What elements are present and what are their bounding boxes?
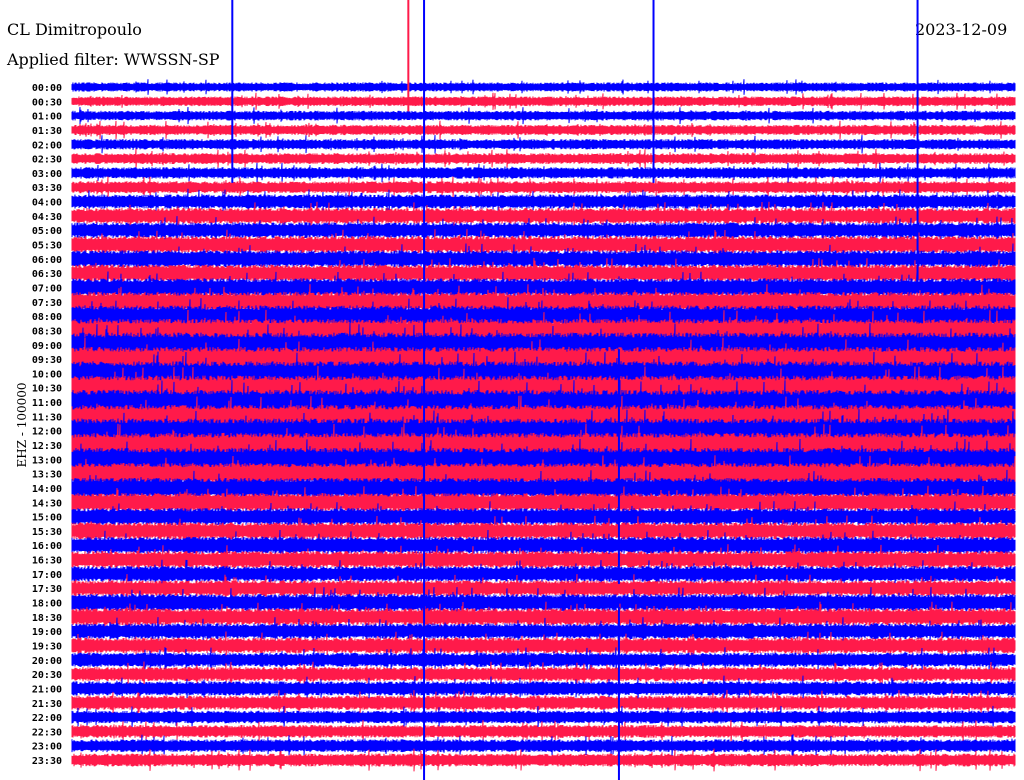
time-label: 02:30	[32, 155, 62, 166]
time-label: 17:00	[32, 570, 62, 581]
time-label: 00:30	[32, 97, 62, 108]
trace-row	[71, 162, 1016, 184]
time-label: 14:00	[32, 484, 62, 495]
time-label: 01:00	[32, 112, 62, 123]
time-label: 23:30	[32, 756, 62, 767]
time-label: 22:30	[32, 727, 62, 738]
trace-row	[71, 719, 1016, 743]
time-label: 22:00	[32, 713, 62, 724]
time-label: 18:00	[32, 599, 62, 610]
time-label: 04:00	[32, 198, 62, 209]
time-label: 00:00	[32, 83, 62, 94]
time-label: 21:30	[32, 699, 62, 710]
trace-row	[71, 134, 1016, 154]
time-label: 20:00	[32, 656, 62, 667]
time-label: 13:00	[32, 455, 62, 466]
time-label: 16:30	[32, 556, 62, 567]
helicorder-plot: 00:00 00:30 01:00 01:30 02:00 02:30 03:00 03:30…	[32, 0, 1016, 780]
trace-row	[71, 107, 1016, 125]
time-label: 08:00	[32, 312, 62, 323]
time-label: 10:30	[32, 384, 62, 395]
time-label: 15:30	[32, 527, 62, 538]
time-label: 06:00	[32, 255, 62, 266]
time-label: 23:00	[32, 742, 62, 753]
time-label: 09:00	[32, 341, 62, 352]
time-label: 10:00	[32, 369, 62, 380]
time-label: 05:30	[32, 241, 62, 252]
time-label: 11:30	[32, 412, 62, 423]
trace-row	[71, 92, 1016, 110]
time-label: 09:30	[32, 355, 62, 366]
trace-row	[71, 176, 1016, 198]
time-label: 13:30	[32, 470, 62, 481]
time-label: 14:30	[32, 498, 62, 509]
time-label: 08:30	[32, 326, 62, 337]
trace-row	[71, 148, 1016, 169]
trace-row	[71, 705, 1016, 729]
time-label: 21:00	[32, 684, 62, 695]
time-label: 06:30	[32, 269, 62, 280]
time-label: 15:00	[32, 513, 62, 524]
time-label: 18:30	[32, 613, 62, 624]
time-label: 07:00	[32, 283, 62, 294]
time-label: 07:30	[32, 298, 62, 309]
time-label: 11:00	[32, 398, 62, 409]
trace-row	[71, 79, 1016, 95]
time-label: 12:30	[32, 441, 62, 452]
trace-row	[71, 748, 1016, 772]
time-label: 03:00	[32, 169, 62, 180]
time-label: 20:30	[32, 670, 62, 681]
time-label: 16:00	[32, 541, 62, 552]
time-label: 19:30	[32, 641, 62, 652]
time-label: 19:00	[32, 627, 62, 638]
time-label: 17:30	[32, 584, 62, 595]
trace-row	[71, 734, 1016, 758]
time-label: 04:30	[32, 212, 62, 223]
time-label: 03:30	[32, 183, 62, 194]
time-label: 12:00	[32, 427, 62, 438]
time-label: 01:30	[32, 126, 62, 137]
time-label: 05:00	[32, 226, 62, 237]
trace-row	[71, 120, 1016, 140]
time-label: 02:00	[32, 140, 62, 151]
